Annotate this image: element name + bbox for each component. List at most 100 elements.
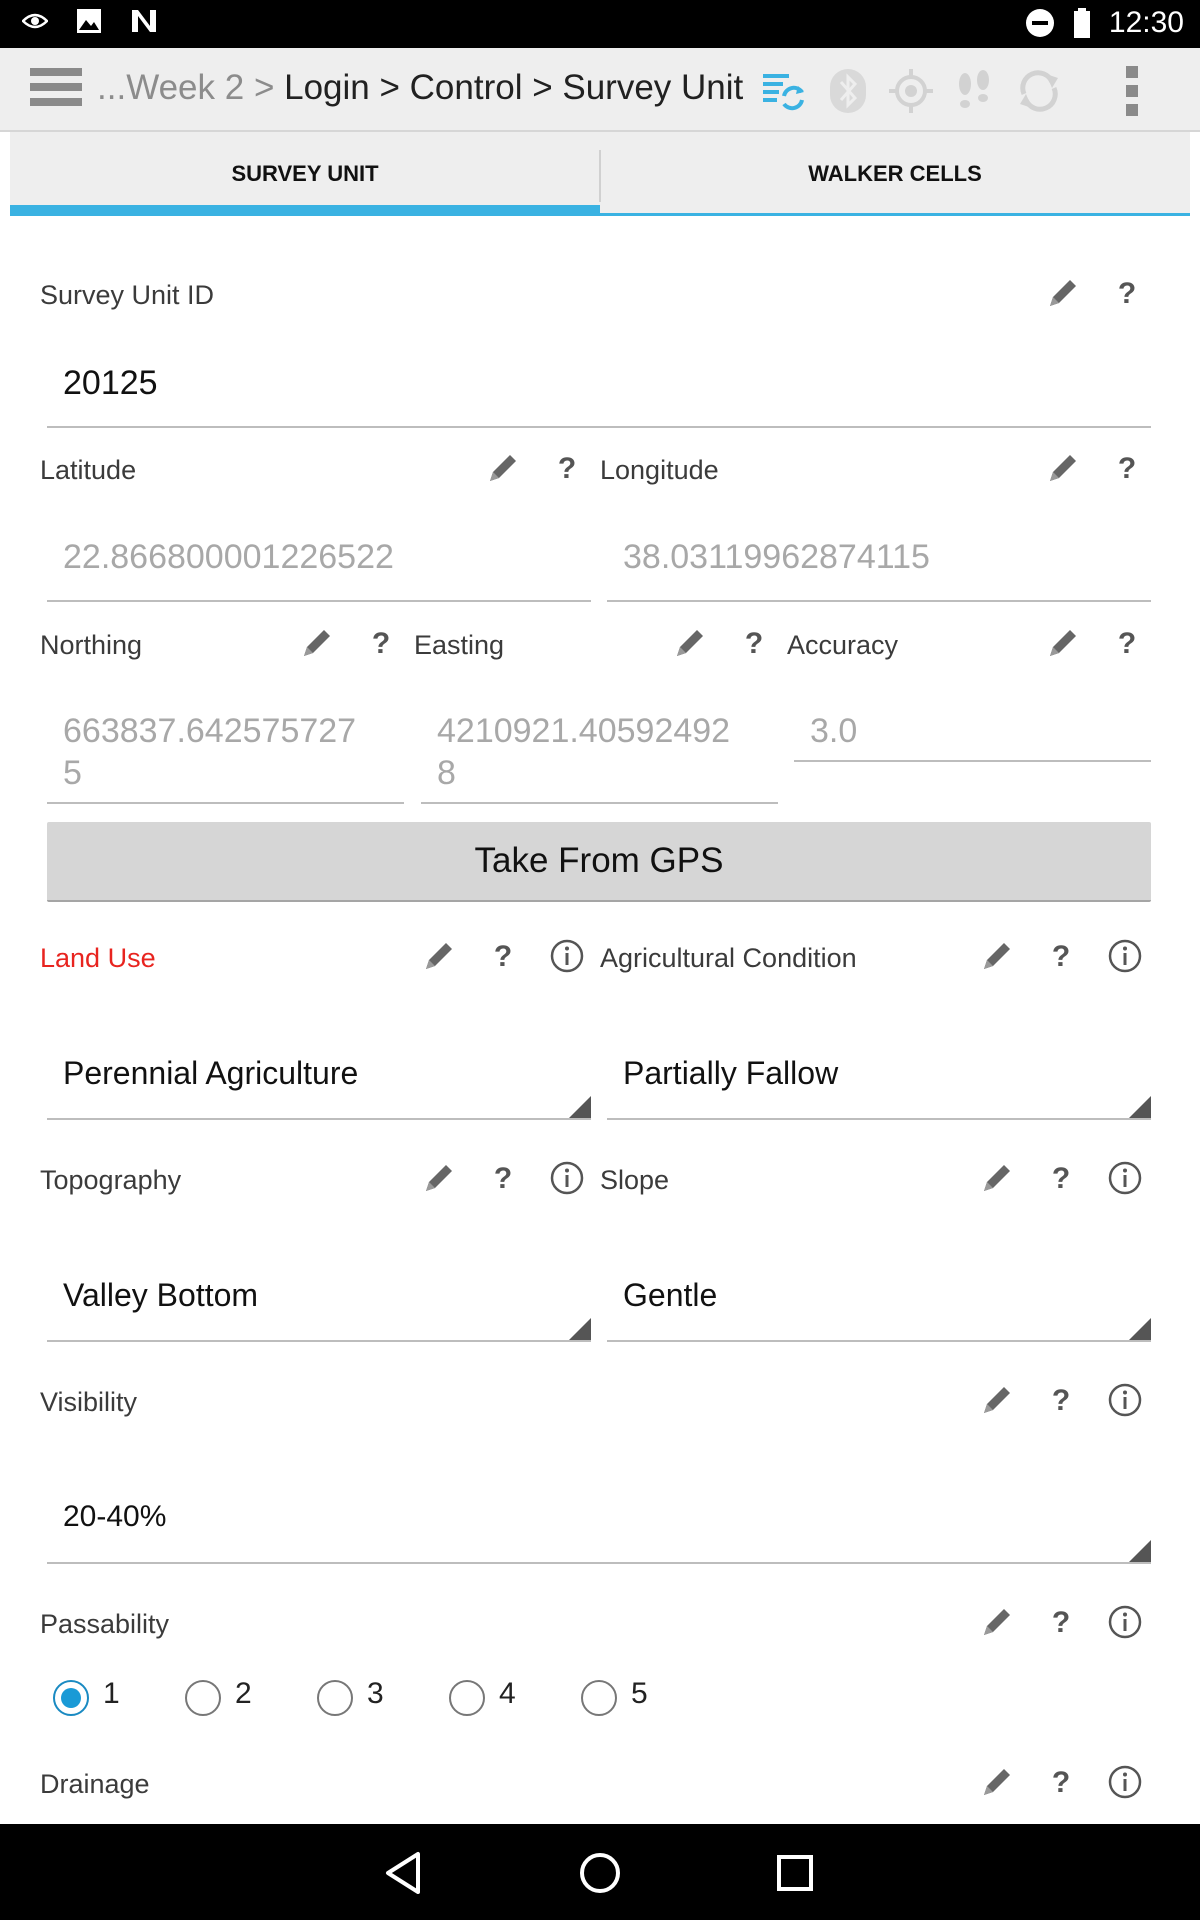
breadcrumb-separator: >	[244, 68, 285, 107]
latitude-placeholder: 22.866800001226522	[63, 538, 394, 576]
northing-field[interactable]: 663837.642575727 5	[47, 690, 404, 804]
passability-radio-3[interactable]	[317, 1680, 353, 1716]
dropdown-arrow-icon	[1129, 1096, 1151, 1118]
latitude-field[interactable]: 22.866800001226522	[47, 516, 591, 602]
breadcrumb-separator: >	[522, 68, 563, 107]
eye-icon	[22, 13, 48, 29]
tracker-icon[interactable]	[951, 68, 997, 114]
agricultural-condition-dropdown[interactable]: Partially Fallow	[607, 1032, 1151, 1120]
dropdown-arrow-icon	[1129, 1318, 1151, 1340]
help-icon[interactable]: ?	[488, 939, 518, 975]
info-icon[interactable]	[550, 1161, 584, 1195]
topography-dropdown[interactable]: Valley Bottom	[47, 1254, 591, 1342]
pencil-icon[interactable]	[1046, 626, 1080, 660]
passability-option-label: 2	[235, 1677, 252, 1710]
breadcrumb-item-control[interactable]: Control	[410, 68, 523, 107]
tab-bar: SURVEY UNIT WALKER CELLS	[10, 132, 1190, 216]
tab-divider	[599, 150, 601, 202]
accuracy-field[interactable]: 3.0	[794, 690, 1151, 762]
back-icon[interactable]	[380, 1848, 430, 1898]
help-icon[interactable]: ?	[552, 451, 582, 487]
refresh-icon[interactable]	[1016, 68, 1062, 114]
pencil-icon[interactable]	[980, 1161, 1014, 1195]
visibility-value: 20-40%	[63, 1500, 167, 1533]
pencil-icon[interactable]	[1046, 276, 1080, 310]
info-icon[interactable]	[1108, 939, 1142, 973]
passability-option-label: 5	[631, 1677, 648, 1710]
help-icon[interactable]: ?	[1046, 1383, 1076, 1419]
tab-walker-cells[interactable]: WALKER CELLS	[600, 132, 1190, 216]
tab-survey-unit[interactable]: SURVEY UNIT	[10, 132, 600, 216]
agricultural-condition-value: Partially Fallow	[623, 1055, 839, 1091]
help-icon[interactable]: ?	[488, 1161, 518, 1197]
bluetooth-icon[interactable]	[825, 68, 871, 114]
gps-icon[interactable]	[888, 68, 934, 114]
take-from-gps-button[interactable]: Take From GPS	[47, 822, 1151, 902]
pencil-icon[interactable]	[422, 1161, 456, 1195]
drainage-label: Drainage	[40, 1769, 150, 1799]
pencil-icon[interactable]	[980, 1765, 1014, 1799]
northing-placeholder: 663837.642575727 5	[63, 712, 357, 792]
breadcrumb-separator: >	[369, 68, 410, 107]
dropdown-arrow-icon	[569, 1318, 591, 1340]
breadcrumb-item-login[interactable]: Login	[284, 68, 370, 107]
image-icon	[77, 9, 101, 33]
dropdown-arrow-icon	[1129, 1540, 1151, 1562]
land-use-dropdown[interactable]: Perennial Agriculture	[47, 1032, 591, 1120]
survey-unit-id-field[interactable]: 20125	[47, 344, 1151, 428]
survey-unit-form: Survey Unit ID ? 20125 Latitude ? Longit…	[10, 216, 1190, 1824]
passability-radio-2[interactable]	[185, 1680, 221, 1716]
pencil-icon[interactable]	[980, 939, 1014, 973]
breadcrumb-item-week-2[interactable]: Week 2	[126, 68, 244, 107]
recents-icon[interactable]	[770, 1848, 820, 1898]
topography-label: Topography	[40, 1165, 182, 1195]
status-bar: 12:30	[0, 0, 1200, 48]
home-icon[interactable]	[575, 1848, 625, 1898]
help-icon[interactable]: ?	[366, 626, 396, 662]
sync-data-icon[interactable]	[760, 68, 806, 114]
info-icon[interactable]	[1108, 1765, 1142, 1799]
topography-value: Valley Bottom	[63, 1277, 259, 1313]
breadcrumb-item-survey-unit: Survey Unit	[562, 68, 744, 107]
survey-unit-id-value: 20125	[63, 364, 158, 402]
pencil-icon[interactable]	[980, 1383, 1014, 1417]
help-icon[interactable]: ?	[1112, 626, 1142, 662]
pencil-icon[interactable]	[673, 626, 707, 660]
pencil-icon[interactable]	[422, 939, 456, 973]
land-use-label: Land Use	[40, 943, 156, 973]
pencil-icon[interactable]	[300, 626, 334, 660]
help-icon[interactable]: ?	[1112, 451, 1142, 487]
pencil-icon[interactable]	[1046, 451, 1080, 485]
action-bar: ...Week 2 > Login > Control > Survey Uni…	[0, 48, 1200, 132]
info-icon[interactable]	[550, 939, 584, 973]
survey-unit-id-label: Survey Unit ID	[40, 280, 215, 310]
overflow-menu-icon[interactable]	[1126, 66, 1140, 116]
breadcrumb-ellipsis[interactable]: ...	[97, 68, 126, 107]
passability-radio-5[interactable]	[581, 1680, 617, 1716]
do-not-disturb-icon	[1025, 9, 1054, 37]
menu-icon[interactable]	[30, 68, 82, 110]
help-icon[interactable]: ?	[1112, 276, 1142, 312]
easting-label: Easting	[414, 630, 505, 660]
passability-radio-4[interactable]	[449, 1680, 485, 1716]
pencil-icon[interactable]	[486, 451, 520, 485]
help-icon[interactable]: ?	[1046, 939, 1076, 975]
visibility-dropdown[interactable]: 20-40%	[47, 1476, 1151, 1564]
slope-dropdown[interactable]: Gentle	[607, 1254, 1151, 1342]
passability-option-label: 4	[499, 1677, 516, 1710]
help-icon[interactable]: ?	[1046, 1605, 1076, 1641]
help-icon[interactable]: ?	[1046, 1161, 1076, 1197]
passability-radio-1[interactable]	[53, 1680, 89, 1716]
help-icon[interactable]: ?	[739, 626, 769, 662]
latitude-label: Latitude	[40, 455, 137, 485]
longitude-field[interactable]: 38.03119962874115	[607, 516, 1151, 602]
help-icon[interactable]: ?	[1046, 1765, 1076, 1801]
info-icon[interactable]	[1108, 1161, 1142, 1195]
longitude-label: Longitude	[600, 455, 719, 485]
passability-label: Passability	[40, 1609, 170, 1639]
pencil-icon[interactable]	[980, 1605, 1014, 1639]
easting-field[interactable]: 4210921.40592492 8	[421, 690, 778, 804]
info-icon[interactable]	[1108, 1383, 1142, 1417]
clock: 12:30	[1108, 6, 1184, 39]
info-icon[interactable]	[1108, 1605, 1142, 1639]
